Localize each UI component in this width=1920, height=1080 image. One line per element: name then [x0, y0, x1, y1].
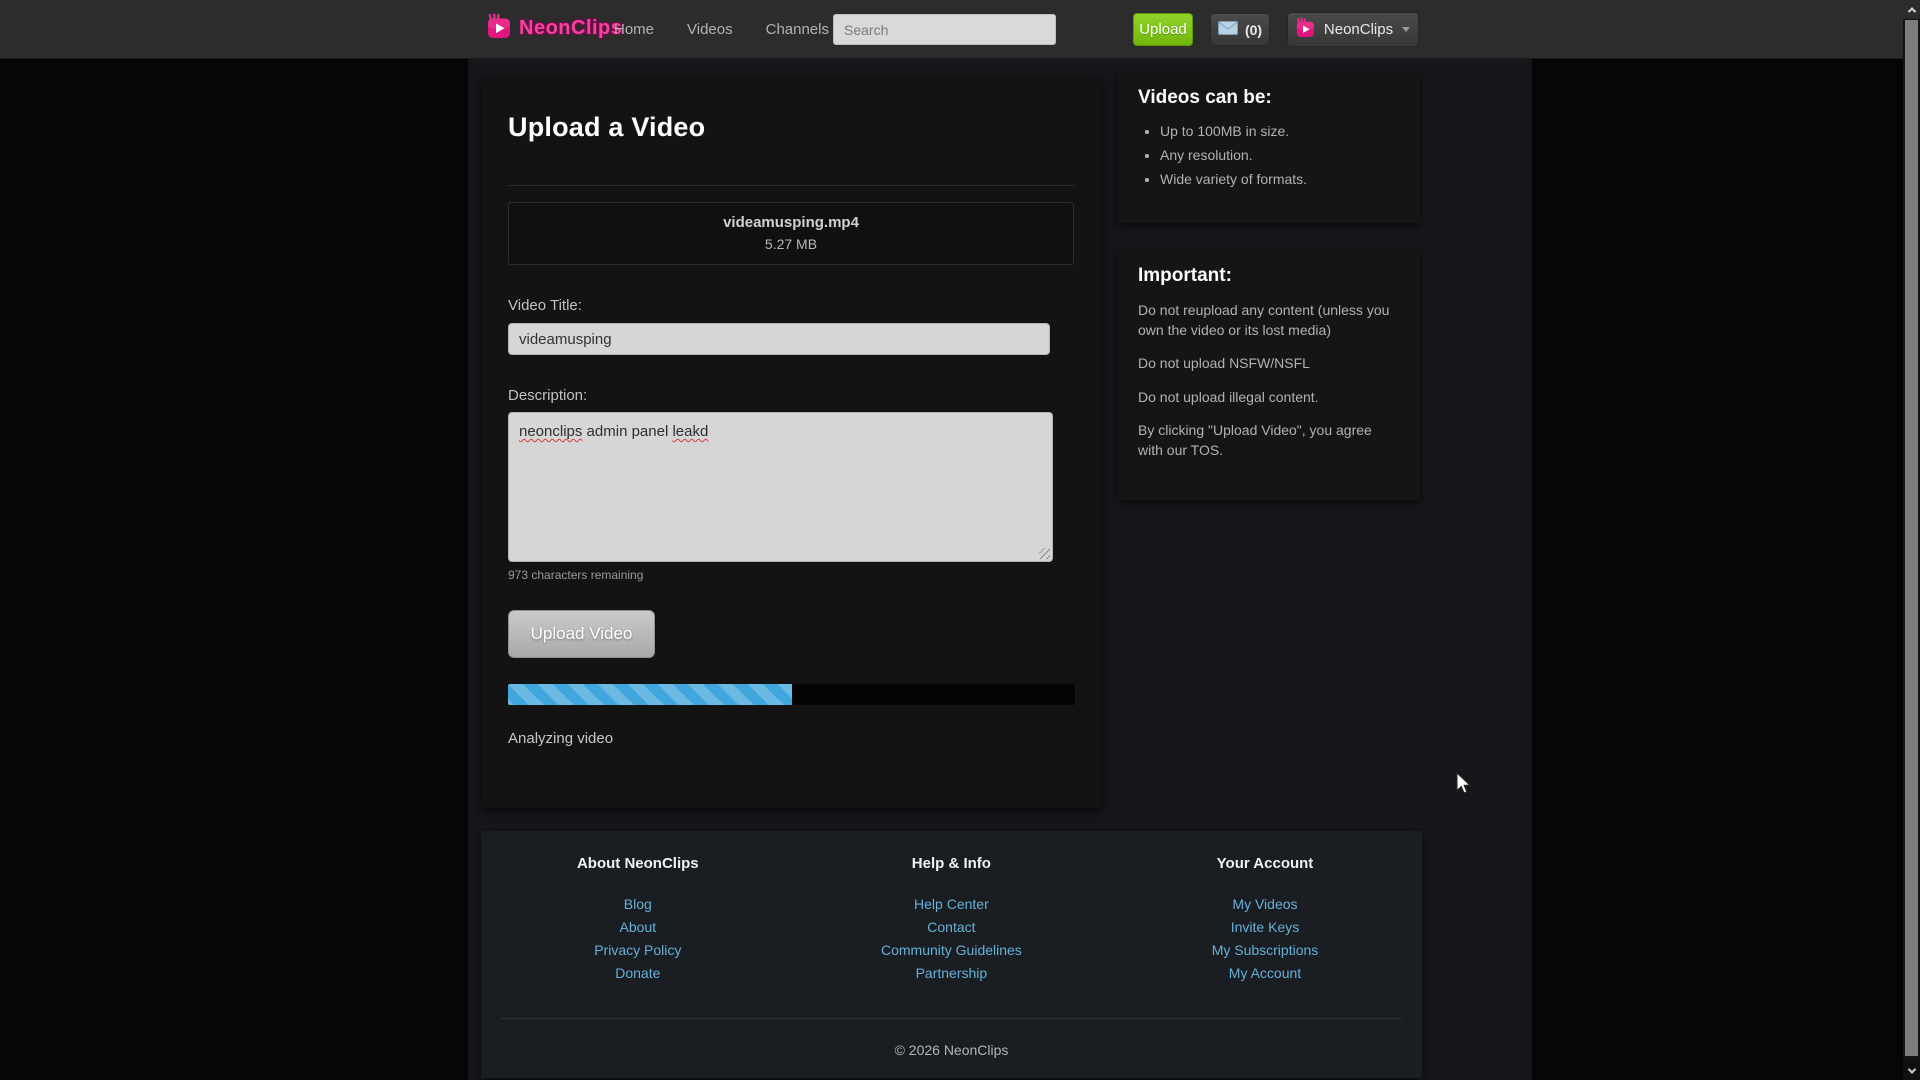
title-divider [508, 185, 1074, 186]
footer-col-about: About NeonClips Blog About Privacy Polic… [481, 855, 795, 985]
upload-nav-button[interactable]: Upload [1133, 13, 1193, 46]
videos-info-title: Videos can be: [1138, 87, 1400, 109]
description-word-misspelled: leakd [672, 423, 708, 440]
footer-divider [501, 1018, 1402, 1019]
upload-status-text: Analyzing video [508, 730, 1074, 747]
footer-link-about[interactable]: About [620, 919, 657, 935]
important-info-box: Important: Do not reupload any content (… [1118, 251, 1420, 500]
important-paragraph: Do not upload NSFW/NSFL [1138, 354, 1400, 374]
important-paragraph: By clicking "Upload Video", you agree wi… [1138, 421, 1400, 460]
messages-count: (0) [1245, 22, 1262, 38]
video-title-input[interactable] [508, 323, 1050, 355]
chevron-down-icon [1402, 27, 1410, 32]
neonclips-logo-icon [487, 13, 514, 44]
envelope-icon [1218, 21, 1238, 38]
footer-col-help: Help & Info Help Center Contact Communit… [795, 855, 1109, 985]
messages-button[interactable]: (0) [1210, 13, 1270, 46]
scrollbar-thumb[interactable] [1905, 20, 1918, 1056]
footer-link-community-guidelines[interactable]: Community Guidelines [881, 942, 1022, 958]
scroll-up-button[interactable] [1903, 0, 1920, 19]
top-navbar: NeonClips Home Videos Channels Upload (0… [0, 0, 1920, 59]
important-title: Important: [1138, 265, 1400, 287]
user-avatar-icon [1296, 17, 1317, 42]
description-word-misspelled: neonclips [519, 423, 582, 440]
footer-link-privacy-policy[interactable]: Privacy Policy [594, 942, 681, 958]
page-scrollbar[interactable] [1903, 0, 1920, 1080]
important-paragraph: Do not upload illegal content. [1138, 388, 1400, 408]
nav-link-videos[interactable]: Videos [687, 21, 733, 38]
scroll-up-icon [1907, 7, 1915, 15]
footer-col-title: About NeonClips [481, 855, 795, 872]
primary-nav: Home Videos Channels [614, 0, 829, 59]
list-item: Wide variety of formats. [1160, 169, 1400, 189]
list-item: Any resolution. [1160, 145, 1400, 165]
description-textarea[interactable]: neonclips admin panel leakd [508, 412, 1053, 562]
footer-col-title: Your Account [1108, 855, 1422, 872]
upload-panel: Upload a Video videamusping.mp4 5.27 MB … [481, 78, 1101, 808]
important-paragraph: Do not reupload any content (unless you … [1138, 301, 1400, 340]
search-input[interactable] [833, 14, 1056, 45]
footer-link-my-subscriptions[interactable]: My Subscriptions [1212, 942, 1319, 958]
upload-progress-bar [508, 684, 1075, 705]
upload-progress-fill [508, 684, 792, 705]
footer-columns: About NeonClips Blog About Privacy Polic… [481, 855, 1422, 985]
scroll-down-icon [1907, 1065, 1915, 1073]
list-item: Up to 100MB in size. [1160, 121, 1400, 141]
characters-remaining: 973 characters remaining [508, 568, 1074, 582]
video-title-label: Video Title: [508, 297, 1074, 314]
footer-link-my-videos[interactable]: My Videos [1232, 896, 1297, 912]
file-name: videamusping.mp4 [509, 214, 1073, 231]
description-label: Description: [508, 387, 1074, 404]
footer-link-help-center[interactable]: Help Center [914, 896, 989, 912]
site-logo[interactable]: NeonClips [487, 13, 622, 44]
nav-link-home[interactable]: Home [614, 21, 654, 38]
videos-info-box: Videos can be: Up to 100MB in size. Any … [1118, 73, 1420, 223]
user-menu-label: NeonClips [1324, 21, 1393, 38]
upload-video-button[interactable]: Upload Video [508, 610, 655, 658]
page-title: Upload a Video [508, 112, 1074, 143]
footer-link-invite-keys[interactable]: Invite Keys [1231, 919, 1299, 935]
footer-link-contact[interactable]: Contact [927, 919, 975, 935]
textarea-resize-handle[interactable] [1039, 548, 1050, 559]
page-footer: About NeonClips Blog About Privacy Polic… [481, 831, 1422, 1078]
footer-link-donate[interactable]: Donate [615, 965, 660, 981]
footer-col-title: Help & Info [795, 855, 1109, 872]
footer-link-partnership[interactable]: Partnership [916, 965, 988, 981]
user-menu-button[interactable]: NeonClips [1287, 12, 1419, 47]
footer-col-account: Your Account My Videos Invite Keys My Su… [1108, 855, 1422, 985]
footer-link-my-account[interactable]: My Account [1229, 965, 1301, 981]
file-size: 5.27 MB [509, 236, 1073, 252]
logo-wordmark: NeonClips [519, 17, 622, 40]
selected-file-box: videamusping.mp4 5.27 MB [508, 202, 1074, 265]
footer-link-blog[interactable]: Blog [624, 896, 652, 912]
description-text: admin panel [582, 423, 672, 440]
scroll-down-button[interactable] [1903, 1061, 1920, 1080]
copyright-text: © 2026 NeonClips [481, 1042, 1422, 1058]
nav-link-channels[interactable]: Channels [766, 21, 829, 38]
videos-info-list: Up to 100MB in size. Any resolution. Wid… [1160, 121, 1400, 189]
